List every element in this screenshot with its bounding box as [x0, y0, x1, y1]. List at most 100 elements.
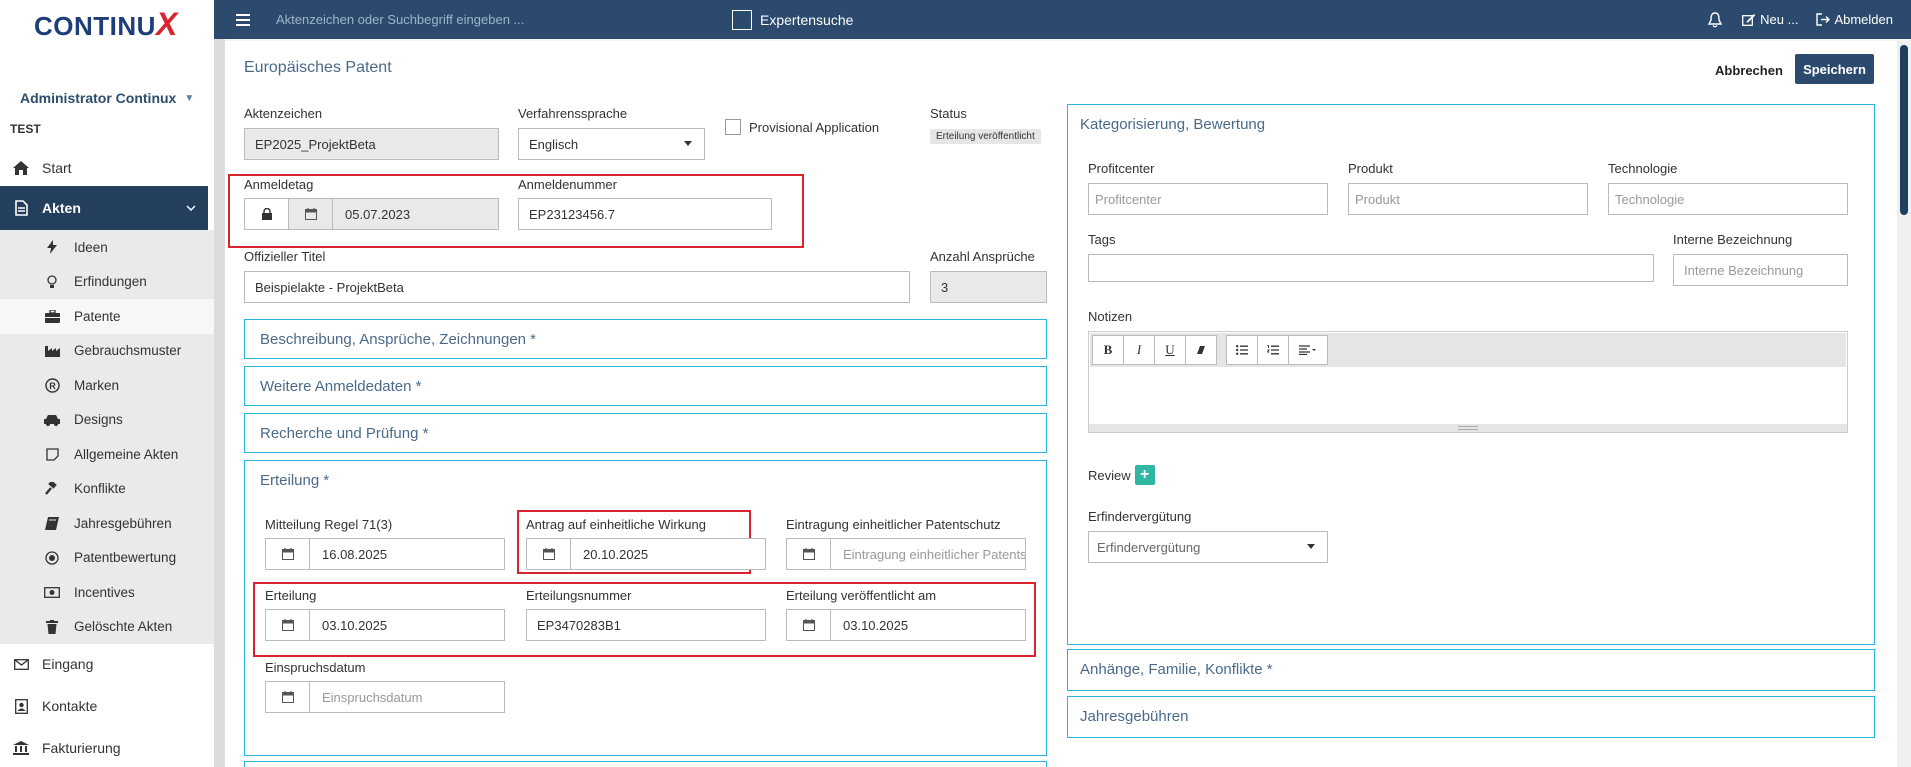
- erteilung-field[interactable]: 03.10.2025: [265, 609, 505, 641]
- logout-button[interactable]: Abmelden: [1816, 12, 1893, 27]
- eintragung-field[interactable]: Eintragung einheitlicher Patentschutz: [786, 538, 1026, 570]
- calendar-icon[interactable]: [266, 682, 310, 712]
- bold-button[interactable]: B: [1092, 335, 1124, 365]
- editor-resize-handle[interactable]: [1089, 424, 1847, 432]
- antrag-field[interactable]: 20.10.2025: [526, 538, 766, 570]
- section-recherche[interactable]: Recherche und Prüfung *: [244, 413, 1047, 453]
- scrollbar-thumb[interactable]: [1900, 45, 1908, 215]
- main-scrollbar[interactable]: [1897, 41, 1911, 767]
- produkt-field[interactable]: Produkt: [1348, 183, 1588, 215]
- veroeffentlicht-field[interactable]: 03.10.2025: [786, 609, 1026, 641]
- section-erteilung-title[interactable]: Erteilung *: [245, 461, 1046, 500]
- sub-konflikte[interactable]: Konflikte: [0, 472, 214, 507]
- new-button[interactable]: Neu ...: [1742, 12, 1798, 27]
- sub-allgemeine-akten[interactable]: Allgemeine Akten: [0, 437, 214, 472]
- sub-label: Patentbewertung: [74, 550, 177, 566]
- nav-eingang[interactable]: Eingang: [0, 644, 214, 684]
- align-left-icon: [1299, 345, 1316, 355]
- sub-gebrauchsmuster[interactable]: Gebrauchsmuster: [0, 334, 214, 369]
- verguetung-select[interactable]: Erfindervergütung: [1088, 531, 1328, 563]
- sub-designs[interactable]: Designs: [0, 403, 214, 438]
- sub-patente[interactable]: Patente: [0, 299, 214, 334]
- provisional-application[interactable]: Provisional Application: [725, 119, 879, 135]
- profitcenter-field[interactable]: Profitcenter: [1088, 183, 1328, 215]
- erteilungsnummer-field[interactable]: EP3470283B1: [526, 609, 766, 641]
- sub-label: Erfindungen: [74, 274, 147, 290]
- calendar-icon[interactable]: [787, 610, 831, 640]
- ansprueche-field[interactable]: 3: [930, 271, 1047, 303]
- sub-label: Marken: [74, 377, 120, 393]
- technologie-field[interactable]: Technologie: [1608, 183, 1848, 215]
- user-menu[interactable]: Administrator Continux ▼: [0, 78, 214, 118]
- titel-field[interactable]: Beispielakte - ProjektBeta: [244, 271, 910, 303]
- section-anhaenge[interactable]: Anhänge, Familie, Konflikte *: [1067, 649, 1875, 691]
- calendar-icon[interactable]: [289, 199, 333, 229]
- nav-fakturierung-label: Fakturierung: [42, 740, 121, 756]
- align-dropdown-button[interactable]: [1288, 335, 1328, 365]
- interne-field[interactable]: Interne Bezeichnung: [1673, 254, 1848, 286]
- kategorisierung-title[interactable]: Kategorisierung, Bewertung: [1068, 105, 1874, 144]
- tags-field[interactable]: [1088, 254, 1654, 282]
- eintragung-value: Eintragung einheitlicher Patentschutz: [843, 546, 1025, 562]
- veroeffentlicht-label: Erteilung veröffentlicht am: [786, 588, 937, 603]
- titel-label: Offizieller Titel: [244, 249, 326, 264]
- bullet-list-button[interactable]: [1226, 335, 1258, 365]
- produkt-label: Produkt: [1348, 161, 1393, 176]
- calendar-icon[interactable]: [266, 539, 310, 569]
- calendar-icon[interactable]: [266, 610, 310, 640]
- antrag-value: 20.10.2025: [583, 546, 649, 562]
- sub-label: Jahresgebühren: [74, 515, 172, 531]
- sub-label: Allgemeine Akten: [74, 446, 179, 462]
- expert-search[interactable]: Expertensuche: [732, 9, 853, 30]
- einspruch-field[interactable]: Einspruchsdatum: [265, 681, 505, 713]
- cancel-button[interactable]: Abbrechen: [1715, 63, 1783, 78]
- bolt-icon: [44, 240, 60, 255]
- erteilungsnummer-label: Erteilungsnummer: [526, 588, 632, 603]
- regel-value: 16.08.2025: [322, 546, 388, 562]
- italic-button[interactable]: I: [1123, 335, 1155, 365]
- notizen-editor[interactable]: B I U: [1088, 331, 1848, 433]
- search-input[interactable]: [276, 12, 736, 27]
- bell-icon[interactable]: [1708, 11, 1723, 28]
- lightbulb-icon: [44, 275, 60, 289]
- sub-marken[interactable]: R Marken: [0, 368, 214, 403]
- topbar-actions: Neu ... Abmelden: [1708, 11, 1911, 28]
- sub-ideen[interactable]: Ideen: [0, 230, 214, 265]
- expert-search-checkbox[interactable]: [732, 9, 752, 30]
- nav-start[interactable]: Start: [0, 150, 214, 186]
- anmeldetag-field[interactable]: 05.07.2023: [244, 198, 499, 230]
- provisional-checkbox[interactable]: [725, 119, 741, 135]
- sidebar-scrollbar[interactable]: [214, 0, 225, 767]
- hamburger-menu-icon[interactable]: [236, 13, 258, 26]
- eraser-button[interactable]: [1185, 335, 1217, 365]
- logo[interactable]: CONTINUX: [0, 0, 214, 48]
- sub-incentives[interactable]: Incentives: [0, 575, 214, 610]
- caret-down-icon: [684, 141, 692, 146]
- calendar-icon[interactable]: [527, 539, 571, 569]
- save-button[interactable]: Speichern: [1795, 54, 1874, 84]
- nav-fakturierung[interactable]: Fakturierung: [0, 728, 214, 767]
- note-icon: [44, 448, 60, 461]
- sub-geloeschte-akten[interactable]: Gelöschte Akten: [0, 610, 214, 645]
- sub-erfindungen[interactable]: Erfindungen: [0, 265, 214, 300]
- section-beschreibung[interactable]: Beschreibung, Ansprüche, Zeichnungen *: [244, 319, 1047, 359]
- nav-akten[interactable]: Akten: [0, 186, 208, 230]
- numbered-list-button[interactable]: [1257, 335, 1289, 365]
- aktenzeichen-field[interactable]: EP2025_ProjektBeta: [244, 128, 499, 160]
- verfahrenssprache-select[interactable]: Englisch: [518, 128, 705, 160]
- sub-jahresgebuehren[interactable]: Jahresgebühren: [0, 506, 214, 541]
- nav-kontakte[interactable]: Kontakte: [0, 684, 214, 728]
- akten-submenu: Ideen Erfindungen Patente Gebrauchsmuste…: [0, 230, 214, 644]
- section-weitere[interactable]: Weitere Anmeldedaten *: [244, 366, 1047, 406]
- sub-patentbewertung[interactable]: Patentbewertung: [0, 541, 214, 576]
- profitcenter-label: Profitcenter: [1088, 161, 1155, 176]
- status-badge: Erteilung veröffentlicht: [930, 129, 1041, 144]
- regel-field[interactable]: 16.08.2025: [265, 538, 505, 570]
- section-jahresgebuehren[interactable]: Jahresgebühren: [1067, 696, 1875, 738]
- add-review-button[interactable]: +: [1134, 465, 1155, 485]
- calendar-icon[interactable]: [787, 539, 831, 569]
- section-next[interactable]: [244, 761, 1047, 767]
- eintragung-label: Eintragung einheitlicher Patentschutz: [786, 517, 1001, 532]
- underline-button[interactable]: U: [1154, 335, 1186, 365]
- anmeldenummer-field[interactable]: EP23123456.7: [518, 198, 772, 230]
